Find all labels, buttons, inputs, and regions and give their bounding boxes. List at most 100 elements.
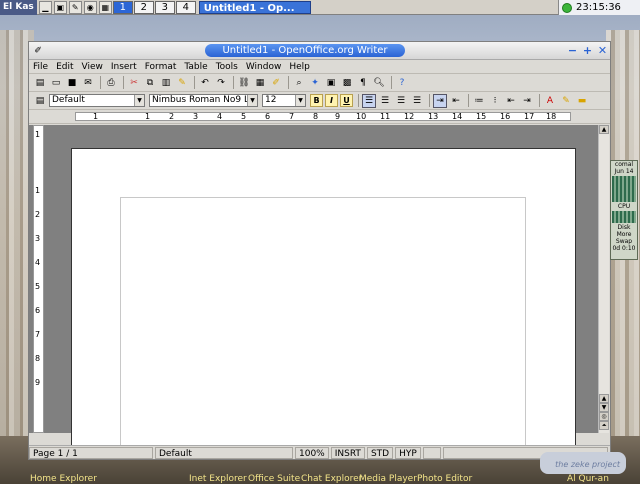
navigation-icon[interactable]: ◎ [599,412,609,421]
vertical-scrollbar[interactable]: ▲ ▲ ▼ ◎ ⏶ [598,125,609,433]
clock[interactable]: 23:15:36 [558,0,640,15]
email-icon[interactable]: ✉ [81,76,95,90]
paste-icon[interactable]: ▥ [159,76,173,90]
vruler-number: 6 [35,306,41,315]
print-icon[interactable]: ⎙ [104,76,118,90]
menu-view[interactable]: View [82,62,103,72]
menu-table[interactable]: Table [184,62,207,72]
menu-tools[interactable]: Tools [216,62,238,72]
ruler-number: 5 [241,112,247,121]
align-center-icon[interactable]: ☰ [378,94,392,108]
new-document-icon[interactable]: ▤ [33,76,47,90]
gallery-icon[interactable]: ▣ [324,76,338,90]
scroll-up-icon[interactable]: ▲ [599,125,609,134]
previous-page-icon[interactable]: ⏶ [599,421,609,430]
minimize-icon[interactable]: − [567,45,578,56]
workspace-4[interactable]: 4 [175,0,196,14]
more-button[interactable]: More [611,231,637,238]
scroll-down-icon[interactable]: ▼ [599,403,609,412]
dock-chat-explorer[interactable]: Chat Explorer [301,474,362,484]
increase-indent-icon[interactable]: ⇥ [520,94,534,108]
dock-inet-explorer[interactable]: Inet Explorer [189,474,247,484]
style-status[interactable]: Default [155,446,293,459]
document-area[interactable]: 1 1 2 3 4 5 6 7 8 9 [29,125,599,449]
underline-button[interactable]: U [340,94,353,107]
start-menu-button[interactable]: El Kas [0,0,37,15]
ruler-number: 9 [335,112,341,121]
separator [391,76,392,89]
page-status[interactable]: Page 1 / 1 [29,446,153,459]
format-paintbrush-icon[interactable]: ✎ [175,76,189,90]
redo-icon[interactable]: ↷ [214,76,228,90]
ruler-number: 1 [93,112,99,121]
minimize-all-icon[interactable]: ▁ [38,0,52,14]
scroll-up-icon[interactable]: ▲ [599,394,609,403]
dock-al-quran[interactable]: Al Qur-an [567,474,609,484]
vertical-ruler[interactable]: 1 1 2 3 4 5 6 7 8 9 [33,125,44,433]
undo-icon[interactable]: ↶ [198,76,212,90]
menu-insert[interactable]: Insert [111,62,137,72]
maximize-icon[interactable]: + [582,45,593,56]
bold-button[interactable]: B [310,94,323,107]
pager-icon[interactable]: ▦ [98,0,112,14]
workspace-2[interactable]: 2 [133,0,154,14]
horizontal-ruler[interactable]: 1 1 2 3 4 5 6 7 8 9 10 11 12 13 14 15 16… [29,110,610,124]
menu-format[interactable]: Format [145,62,177,72]
align-left-icon[interactable]: ☰ [362,93,376,108]
dock-home-explorer[interactable]: Home Explorer [30,474,97,484]
font-size-select[interactable]: 12 ▼ [262,94,306,107]
font-name-select[interactable]: Nimbus Roman No9 L ▼ [149,94,258,107]
dock-office-suite[interactable]: Office Suite [248,474,300,484]
hyperlink-icon[interactable]: ⛓ [237,76,251,90]
numbering-icon[interactable]: ≔ [472,94,486,108]
cut-icon[interactable]: ✂ [127,76,141,90]
separator [539,94,540,107]
zoom-icon[interactable]: 🔍︎ [372,76,386,90]
insert-mode-status[interactable]: INSRT [330,446,365,459]
title-bar[interactable]: ✐ Untitled1 - OpenOffice.org Writer − + … [29,42,610,60]
computer-icon[interactable]: ▣ [53,0,67,14]
copy-icon[interactable]: ⧉ [143,76,157,90]
styles-icon[interactable]: ▤ [33,94,47,108]
background-color-icon[interactable]: ▬ [575,94,589,108]
hyperlink-mode-status[interactable]: HYP [395,446,421,459]
navigator-icon[interactable]: ✦ [308,76,322,90]
open-icon[interactable]: ▭ [49,76,63,90]
text-boundary[interactable] [120,197,526,449]
workspace-3[interactable]: 3 [154,0,175,14]
workspace-1[interactable]: 1 [112,0,133,14]
help-icon[interactable]: ? [395,76,409,90]
table-icon[interactable]: ▦ [253,76,267,90]
highlight-icon[interactable]: ✎ [559,94,573,108]
italic-button[interactable]: I [325,94,338,107]
menu-window[interactable]: Window [246,62,282,72]
taskbar-window-button[interactable]: Untitled1 - Op... [198,0,311,14]
decrease-indent-icon[interactable]: ⇤ [504,94,518,108]
paragraph-style-select[interactable]: Default ▼ [49,94,145,107]
separator [468,94,469,107]
window-menu-icon[interactable]: ✐ [31,44,45,58]
menu-edit[interactable]: Edit [56,62,73,72]
left-to-right-icon[interactable]: ⇥ [433,93,447,108]
dock-photo-editor[interactable]: Photo Editor [417,474,472,484]
draw-icon[interactable]: ✐ [269,76,283,90]
align-right-icon[interactable]: ☰ [394,94,408,108]
nonprinting-chars-icon[interactable]: ¶ [356,76,370,90]
justify-icon[interactable]: ☰ [410,94,424,108]
dock-media-player[interactable]: Media Player [359,474,417,484]
zoom-status[interactable]: 100% [295,446,329,459]
find-icon[interactable]: ⌕ [292,76,306,90]
system-monitor[interactable]: comal Jun 14 CPU Disk More Swap 0d 0:10 [610,160,638,260]
right-to-left-icon[interactable]: ⇤ [449,94,463,108]
menu-help[interactable]: Help [289,62,310,72]
browser-icon[interactable]: ◉ [83,0,97,14]
close-icon[interactable]: ✕ [597,45,608,56]
menu-file[interactable]: File [33,62,48,72]
save-icon[interactable]: ■ [65,76,79,90]
document-page[interactable] [71,148,576,449]
bullets-icon[interactable]: ⁝ [488,94,502,108]
office-icon[interactable]: ✎ [68,0,82,14]
datasource-icon[interactable]: ▩ [340,76,354,90]
font-color-icon[interactable]: A [543,94,557,108]
selection-mode-status[interactable]: STD [366,446,394,459]
